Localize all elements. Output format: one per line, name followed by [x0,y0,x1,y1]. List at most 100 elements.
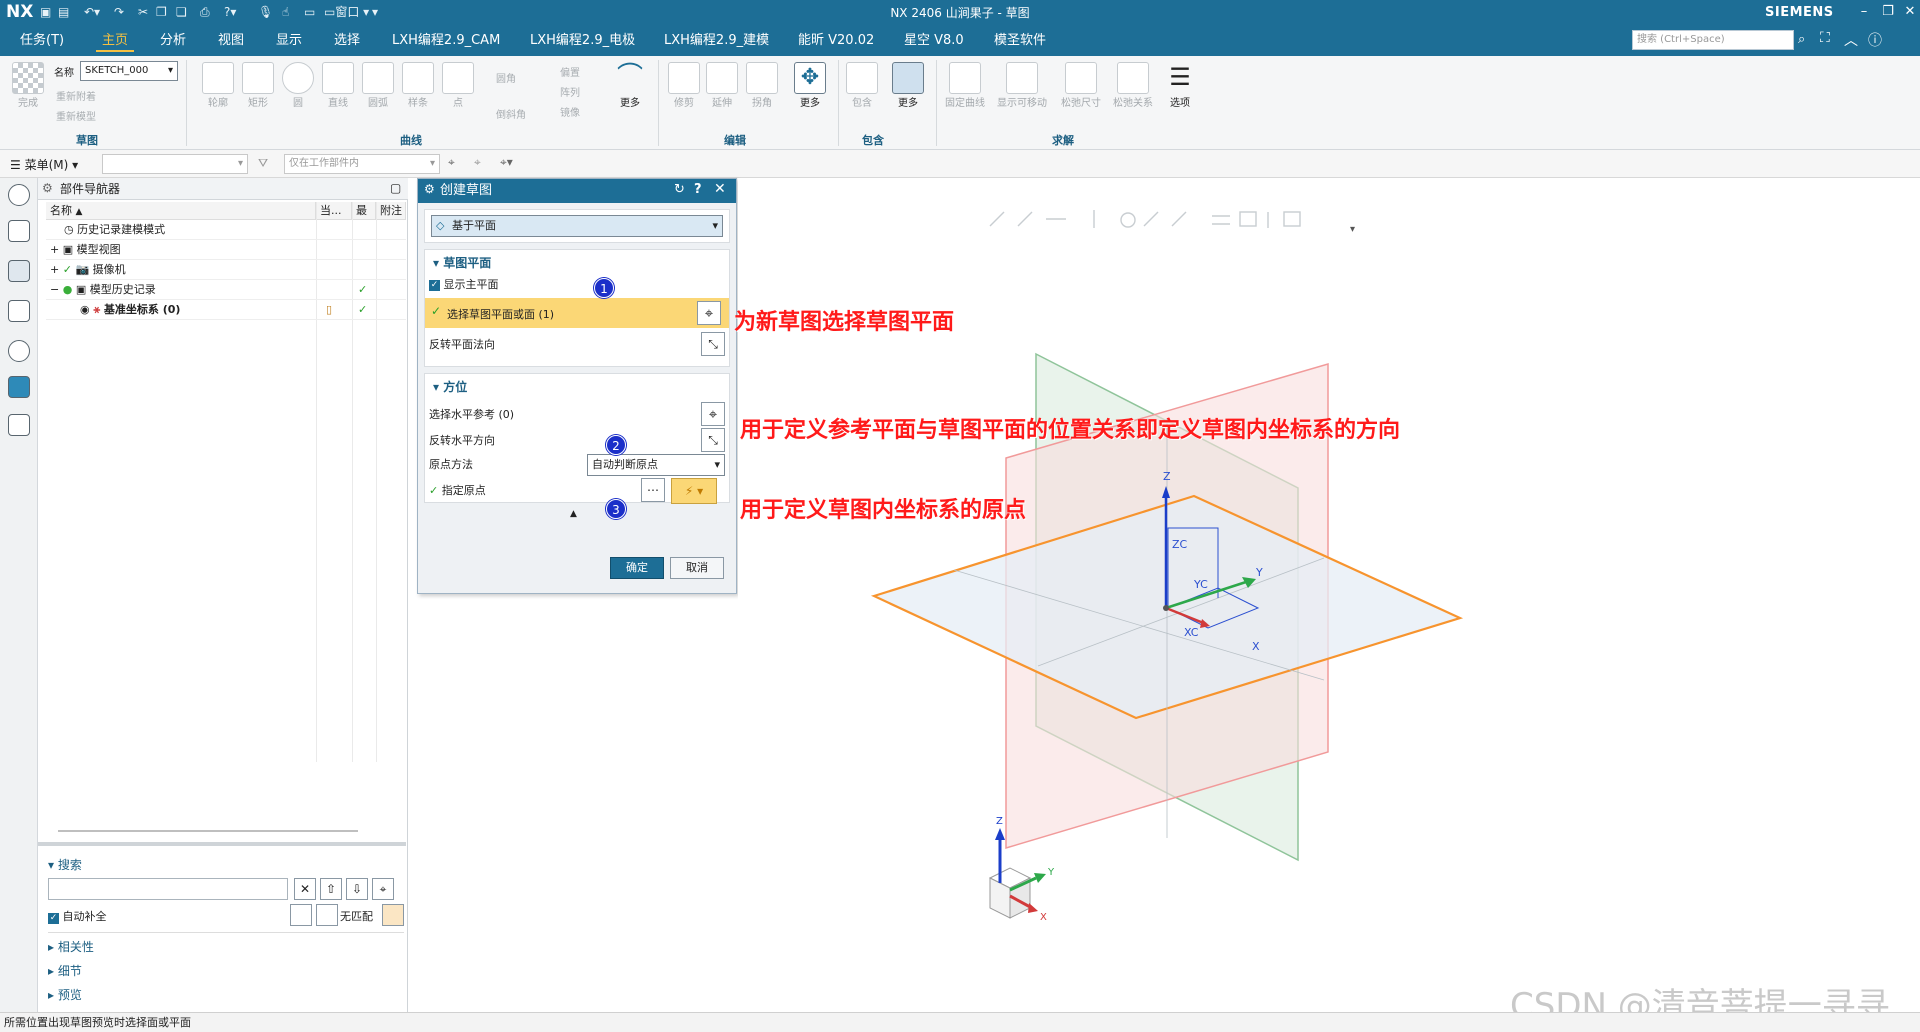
deselect-icon[interactable]: ⌖ [474,155,481,170]
pattern-button[interactable]: 阵列 [560,84,580,99]
select-plane-row[interactable]: ✓ 选择草图平面或面 (1) ⌖ [425,298,729,328]
tree-row-model-views[interactable]: + ▣ 模型视图 [46,240,406,260]
sketch-name-select[interactable]: SKETCH_000 ▾ [80,61,178,81]
autocomplete-checkbox[interactable]: ✓ 自动补全 [48,908,107,924]
constraint-dropdown-icon[interactable]: ▾ [1350,224,1355,235]
clear-icon[interactable]: ✕ [294,878,316,900]
tab-display[interactable]: 显示 [270,30,308,52]
help-circle-icon[interactable]: ⓘ [1868,30,1882,50]
origin-method-select[interactable]: 自动判断原点 ▾ [587,454,725,476]
reset-icon[interactable]: ↻ [674,182,685,197]
help-icon[interactable]: ? [694,182,702,197]
orange-target-icon[interactable] [382,904,404,926]
filter-icon[interactable]: ⛛ [258,156,268,171]
tools-icon[interactable] [8,414,30,436]
trim-button[interactable]: 修剪 [664,62,704,109]
tab-lxh-cam[interactable]: LXH编程2.9_CAM [386,30,506,52]
snap-icon[interactable]: ⌖▾ [500,155,513,170]
highlight-icon[interactable] [316,904,338,926]
tab-moshneg[interactable]: 模圣软件 [988,30,1052,52]
point-button[interactable]: 点 [438,62,478,109]
inferred-point-icon[interactable]: ⚡ ▾ [671,478,717,504]
web-browser-icon[interactable] [8,376,30,398]
col-name[interactable]: 名称 ▲ [46,202,316,220]
expand-icon[interactable]: + [50,243,59,256]
tab-view[interactable]: 视图 [212,30,250,52]
options-icon[interactable] [290,904,312,926]
command-search-input[interactable]: 搜索 (Ctrl+Space) [1632,30,1794,50]
section-header-plane[interactable]: ▾ 草图平面 [433,254,491,271]
find-up-icon[interactable]: ⇧ [320,878,342,900]
splitter[interactable] [38,842,406,846]
relax-dimension-button[interactable]: 松弛尺寸 [1056,62,1106,109]
restore-icon[interactable]: ❐ [1876,2,1900,22]
tree-row-datum-csys[interactable]: ◉ ⚹ 基准坐标系 (0) ▯ ✓ [46,300,406,320]
col-notes[interactable]: 附注 [376,202,406,220]
chamfer-button[interactable]: 倒斜角 [496,106,526,121]
tree-row-history-mode[interactable]: ◷ 历史记录建模模式 [46,220,406,240]
close-icon[interactable]: ✕ [1898,2,1920,22]
point-dialog-icon[interactable]: ⋯ [641,478,665,502]
reverse-normal-icon[interactable]: ⤡ [701,332,725,356]
spline-button[interactable]: 样条 [398,62,438,109]
tab-xingkong[interactable]: 星空 V8.0 [898,30,970,52]
extend-button[interactable]: 延伸 [702,62,742,109]
remodel-button[interactable]: 重新模型 [56,108,96,123]
assembly-navigator-icon[interactable] [8,220,30,242]
origin-point[interactable] [1163,605,1169,611]
scope-filter-select[interactable]: 仅在工作部件内 ▾ [284,154,440,174]
settings-icon[interactable] [8,184,30,206]
line-button[interactable]: 直线 [318,62,358,109]
tab-lxh-modeling[interactable]: LXH编程2.9_建模 [658,30,775,52]
close-icon[interactable]: ✕ [714,181,726,197]
eye-icon[interactable]: ◉ [80,303,90,316]
profile-button[interactable]: 轮廓 [198,62,238,109]
navigator-search-input[interactable] [48,878,288,900]
part-navigator-icon[interactable] [8,260,30,282]
cancel-button[interactable]: 取消 [670,557,724,579]
find-down-icon[interactable]: ⇩ [346,878,368,900]
more-include-button[interactable]: 更多 [888,62,928,109]
fullscreen-icon[interactable]: ⛶ [1820,30,1830,46]
maximize-icon[interactable]: ▢ [390,181,401,195]
tab-home[interactable]: 主页 [96,30,135,52]
plane-selector-icon[interactable]: ⌖ [697,301,721,325]
search-icon[interactable]: ⌕ [1798,32,1805,47]
tab-analysis[interactable]: 分析 [154,30,192,52]
more-edit-button[interactable]: ✥ 更多 [790,62,830,109]
fix-curve-button[interactable]: 固定曲线 [940,62,990,109]
circle-button[interactable]: 圆 [278,62,318,109]
section-dependencies[interactable]: ▸ 相关性 [48,938,94,955]
select-tool-icon[interactable]: ⌖ [448,155,455,170]
more-curve-button[interactable]: ⌒ 更多 [610,62,650,109]
tab-lxh-electrode[interactable]: LXH编程2.9_电极 [524,30,641,52]
collapse-ribbon-icon[interactable]: ︿ [1844,30,1858,50]
history-icon[interactable] [8,340,30,362]
expand-icon[interactable]: + [50,263,59,276]
h-scrollbar[interactable] [58,830,358,832]
tab-select[interactable]: 选择 [328,30,366,52]
col-current[interactable]: 当... [316,202,352,220]
show-movable-button[interactable]: 显示可移动 [994,62,1050,109]
section-header-orientation[interactable]: ▾ 方位 [433,378,467,395]
reattach-button[interactable]: 重新附着 [56,88,96,103]
tree-row-cameras[interactable]: + ✓ 📷 摄像机 [46,260,406,280]
menu-button[interactable]: ☰ 菜单(M) ▾ [10,156,78,173]
minimize-icon[interactable]: – [1852,2,1876,22]
mirror-button[interactable]: 镜像 [560,104,580,119]
type-filter-select[interactable]: ▾ [102,154,248,174]
arc-button[interactable]: 圆弧 [358,62,398,109]
relax-relation-button[interactable]: 松弛关系 [1108,62,1158,109]
ok-button[interactable]: 确定 [610,557,664,579]
h-ref-selector-icon[interactable]: ⌖ [701,402,725,426]
target-icon[interactable]: ⌖ [372,878,394,900]
reuse-library-icon[interactable] [8,300,30,322]
collapse-arrow-icon[interactable]: ▲ [570,509,577,519]
section-preview[interactable]: ▸ 预览 [48,986,82,1003]
offset-button[interactable]: 偏置 [560,64,580,79]
search-section-header[interactable]: ▾ 搜索 [48,856,82,873]
fillet-button[interactable]: 圆角 [496,70,516,85]
rectangle-button[interactable]: 矩形 [238,62,278,109]
type-select[interactable]: 基于平面 ▾ ◇ [431,215,723,237]
corner-button[interactable]: 拐角 [742,62,782,109]
